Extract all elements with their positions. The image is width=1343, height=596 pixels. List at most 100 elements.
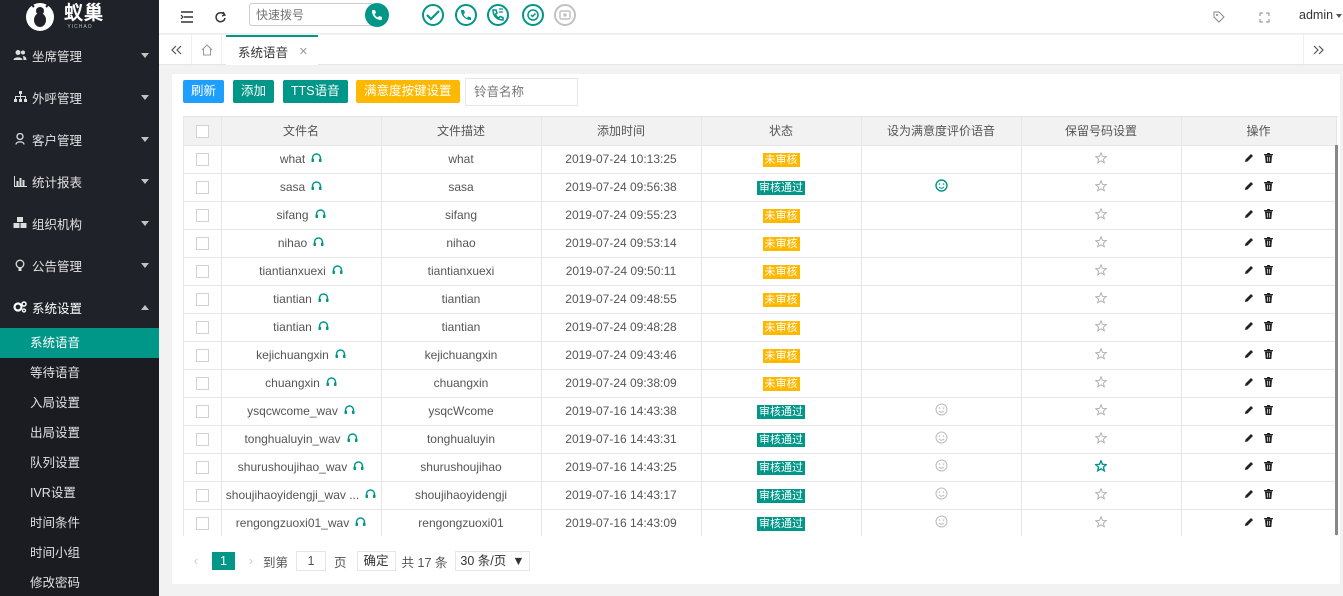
sidebar-item[interactable]: 坐席管理 bbox=[0, 34, 159, 76]
delete-icon[interactable] bbox=[1264, 516, 1273, 530]
col-file-desc[interactable]: 文件描述 bbox=[381, 117, 542, 146]
star-outline-icon[interactable] bbox=[1094, 291, 1108, 307]
delete-icon[interactable] bbox=[1264, 152, 1273, 166]
quick-dial-input[interactable] bbox=[249, 3, 372, 26]
delete-icon[interactable] bbox=[1264, 488, 1273, 502]
row-checkbox[interactable] bbox=[184, 201, 222, 230]
home-icon[interactable] bbox=[192, 35, 222, 65]
ringtone-search-input[interactable] bbox=[465, 78, 578, 106]
delete-icon[interactable] bbox=[1264, 180, 1273, 194]
current-page[interactable]: 1 bbox=[212, 552, 235, 570]
smile-active-icon[interactable] bbox=[934, 179, 948, 195]
row-checkbox[interactable] bbox=[184, 425, 222, 454]
delete-icon[interactable] bbox=[1264, 460, 1273, 474]
edit-icon[interactable] bbox=[1244, 432, 1254, 446]
row-checkbox[interactable] bbox=[184, 173, 222, 202]
sidebar-subitem[interactable]: IVR设置 bbox=[0, 478, 159, 508]
edit-icon[interactable] bbox=[1244, 264, 1254, 278]
sidebar-item[interactable]: 公告管理 bbox=[0, 244, 159, 286]
fullscreen-icon[interactable] bbox=[1256, 9, 1272, 25]
chevron-down-icon[interactable] bbox=[1336, 14, 1342, 18]
menu-toggle-icon[interactable] bbox=[179, 9, 195, 25]
sidebar-item[interactable]: 系统设置 bbox=[0, 286, 159, 328]
next-page-icon[interactable]: › bbox=[239, 550, 263, 572]
tts-button[interactable]: TTS语音 bbox=[283, 80, 348, 103]
headset-icon[interactable] bbox=[313, 236, 324, 250]
row-checkbox[interactable] bbox=[184, 397, 222, 426]
headset-icon[interactable] bbox=[353, 460, 364, 474]
headset-icon[interactable] bbox=[332, 264, 343, 278]
star-outline-icon[interactable] bbox=[1094, 319, 1108, 335]
sidebar-subitem[interactable]: 入局设置 bbox=[0, 388, 159, 418]
tag-icon[interactable] bbox=[1211, 9, 1227, 25]
smile-icon[interactable] bbox=[935, 431, 948, 447]
tabs-scroll-left-icon[interactable] bbox=[162, 35, 192, 65]
edit-icon[interactable] bbox=[1244, 180, 1254, 194]
col-file-name[interactable]: 文件名 bbox=[221, 117, 382, 146]
col-add-time[interactable]: 添加时间 bbox=[541, 117, 702, 146]
delete-icon[interactable] bbox=[1264, 320, 1273, 334]
headset-icon[interactable] bbox=[335, 348, 346, 362]
dial-button[interactable] bbox=[365, 3, 389, 27]
row-checkbox[interactable] bbox=[184, 285, 222, 314]
edit-icon[interactable] bbox=[1244, 152, 1254, 166]
row-checkbox[interactable] bbox=[184, 341, 222, 370]
delete-icon[interactable] bbox=[1264, 348, 1273, 362]
edit-icon[interactable] bbox=[1244, 348, 1254, 362]
add-button[interactable]: 添加 bbox=[233, 80, 275, 103]
star-outline-icon[interactable] bbox=[1094, 375, 1108, 391]
smile-icon[interactable] bbox=[935, 515, 948, 531]
sidebar-subitem[interactable]: 等待语音 bbox=[0, 358, 159, 388]
headset-icon[interactable] bbox=[311, 180, 322, 194]
headset-icon[interactable] bbox=[365, 488, 376, 502]
star-outline-icon[interactable] bbox=[1094, 207, 1108, 223]
edit-icon[interactable] bbox=[1244, 320, 1254, 334]
smile-icon[interactable] bbox=[935, 487, 948, 503]
headset-icon[interactable] bbox=[315, 208, 326, 222]
user-menu[interactable]: admin bbox=[1299, 8, 1333, 22]
close-icon[interactable]: ✕ bbox=[299, 45, 308, 58]
delete-icon[interactable] bbox=[1264, 236, 1273, 250]
star-outline-icon[interactable] bbox=[1094, 263, 1108, 279]
row-checkbox[interactable] bbox=[184, 481, 222, 510]
row-checkbox[interactable] bbox=[184, 229, 222, 258]
sidebar-subitem[interactable]: 修改密码 bbox=[0, 568, 159, 596]
row-checkbox[interactable] bbox=[184, 369, 222, 398]
phone-transfer-icon[interactable] bbox=[455, 4, 477, 26]
star-outline-icon[interactable] bbox=[1094, 347, 1108, 363]
delete-icon[interactable] bbox=[1264, 292, 1273, 306]
edit-icon[interactable] bbox=[1244, 208, 1254, 222]
sidebar-subitem[interactable]: 出局设置 bbox=[0, 418, 159, 448]
sidebar-subitem[interactable]: 系统语音 bbox=[0, 328, 159, 358]
goto-page-input[interactable]: 1 bbox=[296, 551, 327, 571]
tabs-scroll-right-icon[interactable] bbox=[1303, 35, 1333, 65]
star-outline-icon[interactable] bbox=[1094, 487, 1108, 503]
edit-icon[interactable] bbox=[1244, 516, 1254, 530]
star-outline-icon[interactable] bbox=[1094, 403, 1108, 419]
row-checkbox[interactable] bbox=[184, 313, 222, 342]
col-satisfaction-voice[interactable]: 设为满意度评价语音 bbox=[861, 117, 1022, 146]
sidebar-subitem[interactable]: 队列设置 bbox=[0, 448, 159, 478]
delete-icon[interactable] bbox=[1264, 404, 1273, 418]
delete-icon[interactable] bbox=[1264, 208, 1273, 222]
headset-icon[interactable] bbox=[318, 320, 329, 334]
star-outline-icon[interactable] bbox=[1094, 515, 1108, 531]
satisfaction-keys-button[interactable]: 满意度按键设置 bbox=[356, 80, 460, 103]
headset-icon[interactable] bbox=[347, 432, 358, 446]
delete-icon[interactable] bbox=[1264, 264, 1273, 278]
row-checkbox[interactable] bbox=[184, 145, 222, 174]
tab-system-voice[interactable]: 系统语音 ✕ bbox=[226, 35, 318, 65]
select-all-checkbox[interactable] bbox=[184, 117, 222, 146]
headset-icon[interactable] bbox=[344, 404, 355, 418]
sidebar-item[interactable]: 统计报表 bbox=[0, 160, 159, 202]
table-scrollbar[interactable] bbox=[1335, 145, 1338, 535]
check-circle-icon[interactable] bbox=[422, 4, 444, 26]
headset-icon[interactable] bbox=[318, 292, 329, 306]
goto-confirm-button[interactable]: 确定 bbox=[356, 551, 396, 571]
edit-icon[interactable] bbox=[1244, 404, 1254, 418]
edit-icon[interactable] bbox=[1244, 460, 1254, 474]
row-checkbox[interactable] bbox=[184, 453, 222, 482]
delete-icon[interactable] bbox=[1264, 376, 1273, 390]
smile-icon[interactable] bbox=[935, 459, 948, 475]
star-outline-icon[interactable] bbox=[1094, 151, 1108, 167]
